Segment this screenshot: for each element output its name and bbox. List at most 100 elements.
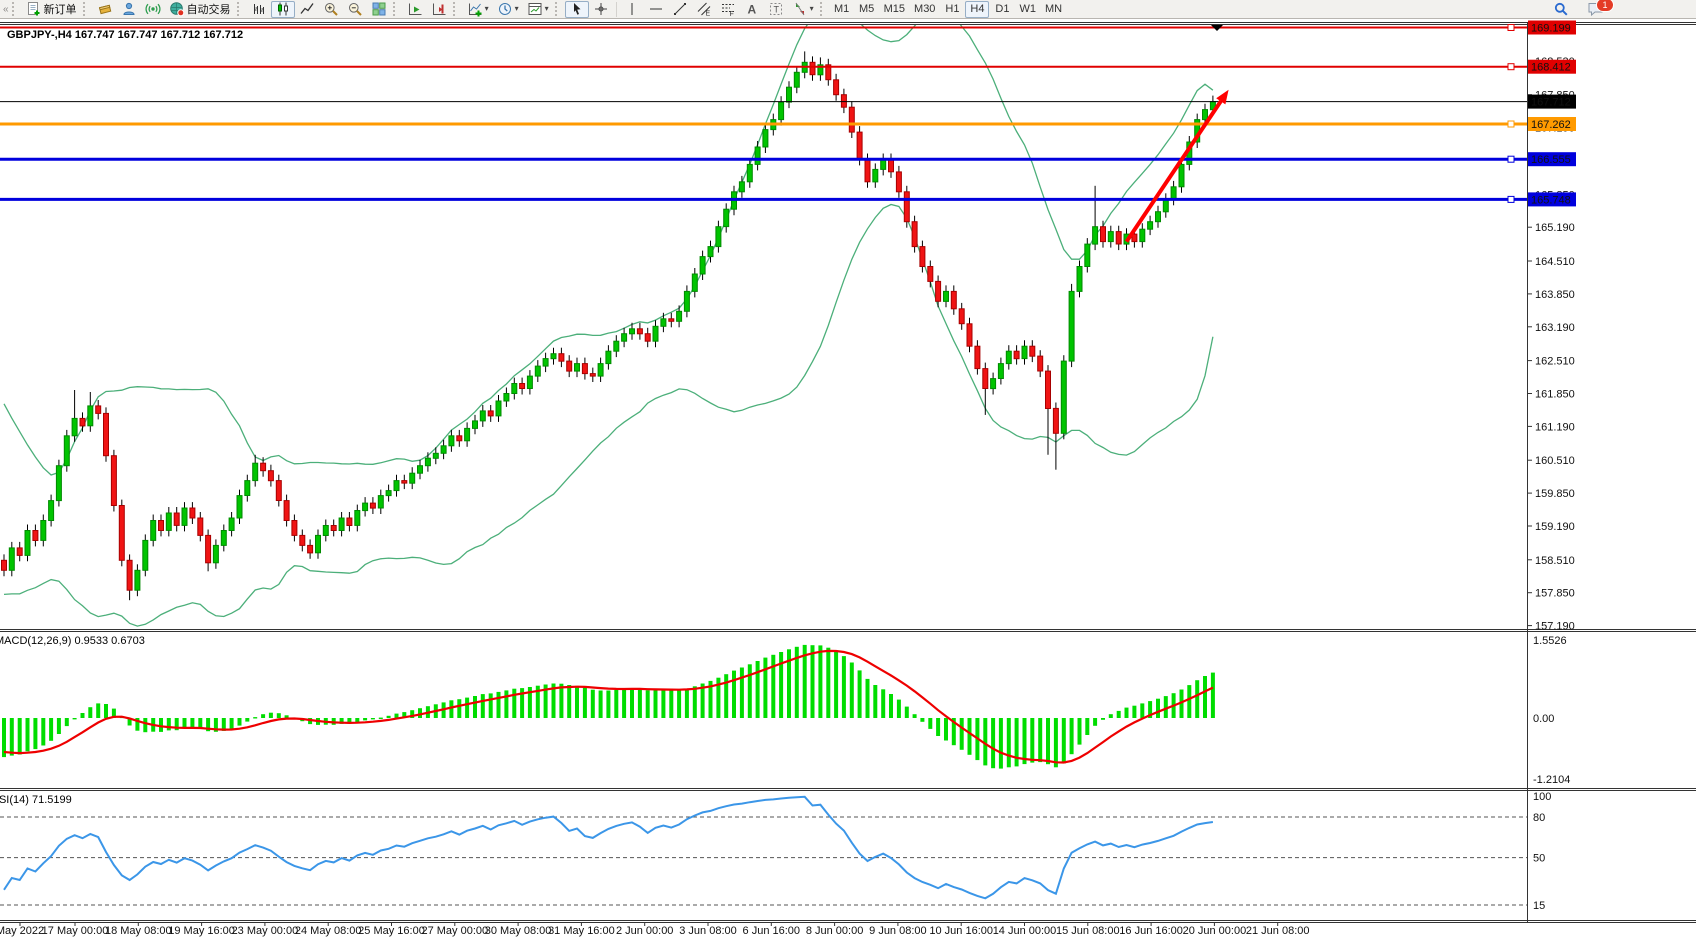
hline-handle [1508,196,1514,202]
timeframe-button-m15[interactable]: M15 [880,1,909,18]
svg-text:3 Jun 08:00: 3 Jun 08:00 [679,925,737,937]
svg-text:158.510: 158.510 [1535,555,1575,567]
tile-windows-button[interactable] [367,1,391,18]
toolbar-grip[interactable] [393,2,400,16]
svg-text:21 Jun 08:00: 21 Jun 08:00 [1246,925,1310,937]
svg-text:159.850: 159.850 [1535,488,1575,500]
timeframe-button-d1[interactable]: D1 [990,1,1014,18]
autotrading-label: 自动交易 [187,1,231,17]
svg-text:27 May 00:00: 27 May 00:00 [421,925,488,937]
new-order-button[interactable]: 新订单 [22,1,81,18]
periods-icon [497,1,513,17]
toolbar-grip[interactable] [555,2,562,16]
trendline-icon [672,1,688,17]
channel-button[interactable]: E [692,1,716,18]
horizontal-lines[interactable] [0,25,1527,203]
timeframe-button-m1[interactable]: M1 [830,1,854,18]
svg-text:May 2022: May 2022 [0,925,44,937]
vertical-line-button[interactable] [620,1,644,18]
toolbar-overflow-chevron[interactable]: « [3,4,9,15]
hline-handle [1508,25,1514,31]
hline-handle [1508,156,1514,162]
bar-chart-button[interactable] [247,1,271,18]
zoom-in-button[interactable] [319,1,343,18]
svg-text:166.555: 166.555 [1531,154,1571,166]
timeframe-button-m30[interactable]: M30 [910,1,939,18]
timeframe-button-mn[interactable]: MN [1041,1,1066,18]
arrows-icon [792,1,808,17]
svg-text:10 Jun 16:00: 10 Jun 16:00 [929,925,993,937]
timeframe-button-h1[interactable]: H1 [940,1,964,18]
trend-arrow[interactable] [1127,90,1229,242]
svg-text:9 Jun 08:00: 9 Jun 08:00 [869,925,927,937]
svg-text:15 Jun 08:00: 15 Jun 08:00 [1056,925,1120,937]
notification-badge: 1 [1596,0,1614,12]
svg-text:80: 80 [1533,812,1545,824]
toolbox-icon [97,1,113,17]
horizontal-line-icon [648,1,664,17]
label-button[interactable]: T [764,1,788,18]
auto-scroll-button[interactable] [403,1,427,18]
periods-button[interactable]: ▾ [493,1,523,18]
svg-text:169.199: 169.199 [1531,23,1571,35]
price-axis[interactable]: 169.190168.530167.850167.190166.510165.8… [1527,23,1575,633]
auto-scroll-icon [407,1,423,17]
hline-handle [1508,64,1514,70]
toolbar-grip[interactable] [12,2,19,16]
svg-text:162.510: 162.510 [1535,356,1575,368]
svg-text:157.850: 157.850 [1535,588,1575,600]
bar-chart-icon [251,1,267,17]
indicators-button[interactable]: ▾ [463,1,493,18]
autotrading-button[interactable]: 自动交易 [165,1,235,18]
new-order-icon [26,1,42,17]
svg-text:161.190: 161.190 [1535,421,1575,433]
text-button[interactable]: A [740,1,764,18]
horizontal-line-button[interactable] [644,1,668,18]
chat-button[interactable]: 1 [1583,1,1608,18]
vertical-line-icon [624,1,640,17]
toolbox-button[interactable] [93,1,117,18]
community-button[interactable] [117,1,141,18]
search-button[interactable] [1549,1,1573,18]
rsi-indicator-label: RSI(14) 71.5199 [0,794,72,806]
chart-canvas[interactable]: 169.190168.530167.850167.190166.510165.8… [0,0,1696,944]
line-chart-icon [299,1,315,17]
svg-text:15: 15 [1533,900,1545,912]
timeframe-button-m5[interactable]: M5 [855,1,879,18]
toolbar-grip[interactable] [453,2,460,16]
crosshair-button[interactable] [589,1,613,18]
chart-area[interactable]: 169.190168.530167.850167.190166.510165.8… [0,0,1696,944]
svg-text:165.190: 165.190 [1535,222,1575,234]
toolbar-grip[interactable] [237,2,244,16]
signals-button[interactable] [141,1,165,18]
templates-button[interactable]: ▾ [523,1,553,18]
svg-text:17 May 00:00: 17 May 00:00 [42,925,109,937]
candlestick-chart-button[interactable] [271,1,295,18]
autotrading-icon [169,1,185,17]
chart-shift-button[interactable] [427,1,451,18]
svg-text:E: E [705,11,710,18]
svg-text:161.850: 161.850 [1535,389,1575,401]
time-axis[interactable]: May 202217 May 00:0018 May 08:0019 May 1… [0,923,1310,938]
trendline-button[interactable] [668,1,692,18]
timeframe-button-h4[interactable]: H4 [965,1,989,18]
fibonacci-button[interactable]: F [716,1,740,18]
arrows-button[interactable]: ▾ [788,1,818,18]
svg-text:168.412: 168.412 [1531,62,1571,74]
toolbar-grip[interactable] [83,2,90,16]
svg-text:24 May 08:00: 24 May 08:00 [295,925,362,937]
timeframe-button-w1[interactable]: W1 [1015,1,1040,18]
cursor-button[interactable] [565,1,589,18]
community-icon [121,1,137,17]
svg-text:31 May 16:00: 31 May 16:00 [548,925,615,937]
svg-text:30 May 08:00: 30 May 08:00 [485,925,552,937]
zoom-in-icon [323,1,339,17]
svg-text:165.748: 165.748 [1531,194,1571,206]
search-icon [1553,1,1569,17]
toolbar-grip[interactable] [820,2,827,16]
svg-text:160.510: 160.510 [1535,455,1575,467]
line-chart-button[interactable] [295,1,319,18]
macd-indicator-label: MACD(12,26,9) 0.9533 0.6703 [0,635,145,647]
macd-axis: 1.55260.00-1.2104 [1533,635,1570,786]
zoom-out-button[interactable] [343,1,367,18]
